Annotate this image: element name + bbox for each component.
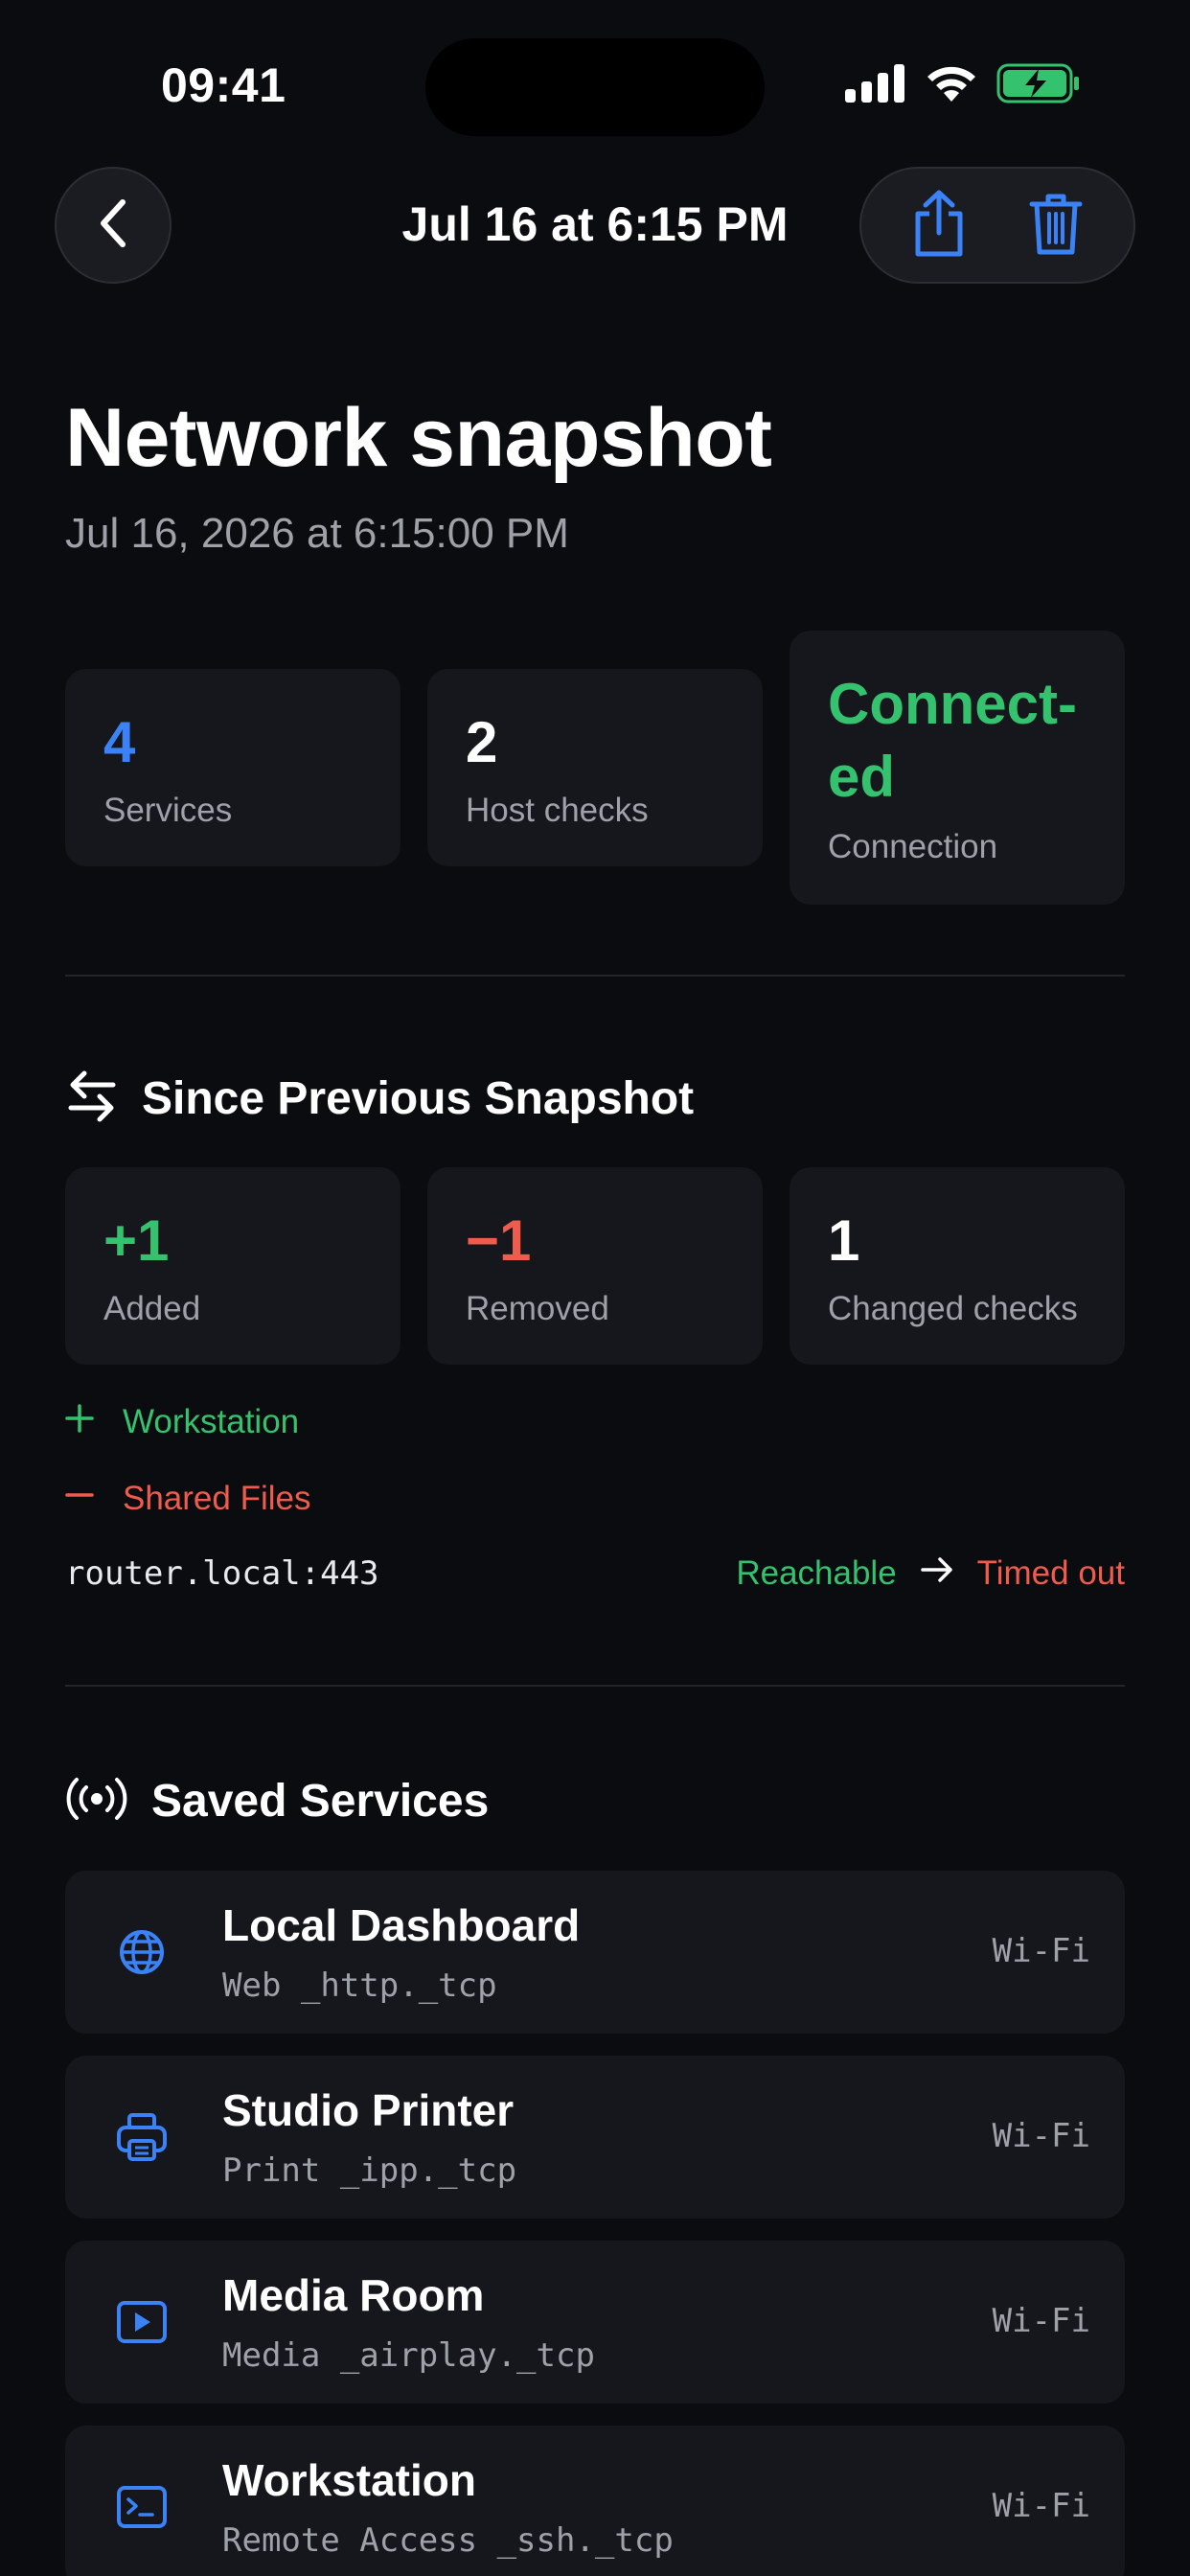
stat-value: 2 [466, 710, 498, 774]
page-title: Network snapshot [65, 392, 772, 484]
stat-label: Host checks [466, 792, 649, 829]
service-interface: Wi-Fi [992, 2487, 1090, 2525]
changed-check-status: Reachable Timed out [736, 1554, 1125, 1593]
stat-value-line2: ed [828, 745, 896, 809]
check-status-from: Reachable [736, 1554, 897, 1592]
minus-icon [65, 1480, 94, 1518]
service-interface: Wi-Fi [992, 2117, 1090, 2155]
divider [65, 1685, 1125, 1687]
wifi-icon [924, 63, 979, 108]
share-button[interactable] [896, 182, 982, 268]
service-name: Local Dashboard [222, 1900, 581, 1950]
terminal-icon [113, 2478, 171, 2536]
service-row[interactable]: Local Dashboard Web _http._tcp Wi-Fi [65, 1871, 1125, 2034]
status-bar: 09:41 [0, 0, 1190, 172]
diff-card-added: +1 Added [65, 1167, 400, 1365]
removed-item: Shared Files [65, 1480, 310, 1518]
diff-label: Removed [466, 1290, 609, 1327]
since-previous-header: Since Previous Snapshot [65, 1070, 694, 1128]
globe-icon [113, 1923, 171, 1981]
service-row[interactable]: Studio Printer Print _ipp._tcp Wi-Fi [65, 2056, 1125, 2219]
stat-label: Services [103, 792, 233, 829]
divider [65, 975, 1125, 977]
cellular-signal-icon [845, 64, 906, 107]
page-subtitle: Jul 16, 2026 at 6:15:00 PM [65, 510, 569, 557]
arrow-right-icon [920, 1554, 954, 1593]
diff-value: −1 [466, 1208, 532, 1273]
service-type: Print _ipp._tcp [222, 2151, 517, 2190]
removed-item-label: Shared Files [123, 1480, 311, 1517]
section-title: Saved Services [151, 1776, 490, 1827]
service-interface: Wi-Fi [992, 2302, 1090, 2340]
stat-card-host-checks: 2 Host checks [427, 669, 763, 866]
diff-value: 1 [828, 1208, 860, 1273]
nav-title: Jul 16 at 6:15 PM [401, 197, 789, 251]
chevron-left-icon [94, 196, 132, 255]
service-type: Media _airplay._tcp [222, 2336, 595, 2375]
stat-value: 4 [103, 710, 136, 774]
status-icons [845, 63, 1081, 108]
broadcast-icon [65, 1776, 128, 1827]
diff-card-changed: 1 Changed checks [790, 1167, 1125, 1365]
battery-charging-icon [996, 63, 1081, 108]
trash-icon [1028, 191, 1084, 261]
plus-icon [65, 1403, 94, 1441]
added-item-label: Workstation [123, 1403, 300, 1440]
play-icon [113, 2293, 171, 2351]
arrows-swap-icon [65, 1070, 119, 1128]
service-type: Remote Access _ssh._tcp [222, 2521, 674, 2560]
service-row[interactable]: Media Room Media _airplay._tcp Wi-Fi [65, 2241, 1125, 2404]
service-interface: Wi-Fi [992, 1932, 1090, 1970]
stat-value-line1: Connect- [828, 672, 1077, 736]
status-time: 09:41 [161, 58, 286, 112]
service-name: Studio Printer [222, 2085, 515, 2135]
stat-card-services: 4 Services [65, 669, 400, 866]
diff-value: +1 [103, 1208, 170, 1273]
service-type: Web _http._tcp [222, 1966, 497, 2005]
service-name: Media Room [222, 2270, 485, 2320]
printer-icon [113, 2108, 171, 2166]
delete-button[interactable] [1013, 182, 1099, 268]
stat-label: Connection [828, 828, 998, 865]
stat-card-connection: Connect- ed Connection [790, 631, 1125, 905]
diff-card-removed: −1 Removed [427, 1167, 763, 1365]
check-status-to: Timed out [976, 1554, 1125, 1592]
saved-services-header: Saved Services [65, 1775, 489, 1828]
diff-label: Added [103, 1290, 201, 1327]
share-icon [910, 189, 968, 263]
service-name: Workstation [222, 2455, 476, 2505]
diff-label: Changed checks [828, 1290, 1078, 1327]
service-row[interactable]: Workstation Remote Access _ssh._tcp Wi-F… [65, 2426, 1125, 2576]
added-item: Workstation [65, 1403, 299, 1441]
changed-check-host: router.local:443 [65, 1554, 379, 1593]
dynamic-island [425, 38, 765, 136]
nav-actions [859, 167, 1135, 284]
back-button[interactable] [55, 167, 172, 284]
section-title: Since Previous Snapshot [142, 1073, 695, 1124]
